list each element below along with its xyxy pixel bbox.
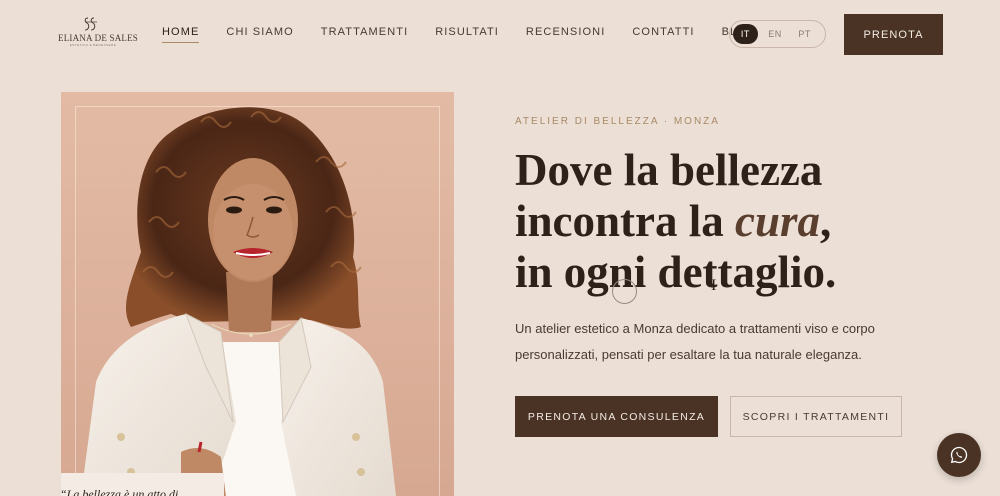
lang-pt[interactable]: PT [792,24,817,44]
nav-contatti[interactable]: CONTATTI [632,26,694,43]
nav-chi-siamo[interactable]: CHI SIAMO [226,26,293,43]
lang-en[interactable]: EN [763,24,788,44]
nav-recensioni[interactable]: RECENSIONI [526,26,605,43]
hero-headline: Dove la bellezza incontra la cura, in og… [515,145,836,298]
headline-line-2-start: incontra la [515,196,735,246]
quote-card: “La bellezza è un atto di [61,473,224,496]
nav-trattamenti[interactable]: TRATTAMENTI [321,26,408,43]
hero-image-frame [75,106,440,496]
whatsapp-icon [950,446,968,464]
scopri-trattamenti-button[interactable]: SCOPRI I TRATTAMENTI [730,396,902,437]
quote-text: “La bellezza è un atto di [61,487,179,496]
headline-line-2-end: , [820,196,832,246]
brand-logo[interactable]: ELIANA DE SALES ESTETICA E BENESSERE [58,16,138,50]
main-nav: HOME CHI SIAMO TRATTAMENTI RISULTATI REC… [162,26,784,43]
brand-name: ELIANA DE SALES [58,33,138,43]
lang-it[interactable]: IT [733,24,758,44]
hero-portrait-image: “La bellezza è un atto di [61,92,454,496]
custom-cursor-ring [612,279,637,304]
nav-home[interactable]: HOME [162,26,200,43]
site-header: ELIANA DE SALES ESTETICA E BENESSERE HOM… [0,0,1000,68]
nav-risultati[interactable]: RISULTATI [435,26,499,43]
whatsapp-button[interactable] [937,433,981,477]
headline-line-3: in ogni dettaglio. [515,247,837,297]
hero-eyebrow: ATELIER DI BELLEZZA · MONZA [515,116,720,127]
headline-line-1: Dove la bellezza [515,145,823,195]
brand-tagline: ESTETICA E BENESSERE [69,43,117,46]
language-switcher: IT EN PT [729,20,826,48]
hero-subtext: Un atelier estetico a Monza dedicato a t… [515,321,875,362]
header-prenota-button[interactable]: PRENOTA [844,14,943,55]
prenota-consulenza-button[interactable]: PRENOTA UNA CONSULENZA [515,396,718,437]
headline-accent: cura [735,196,821,246]
logo-monogram-icon [84,17,97,31]
text-cursor-icon: I [711,277,717,294]
